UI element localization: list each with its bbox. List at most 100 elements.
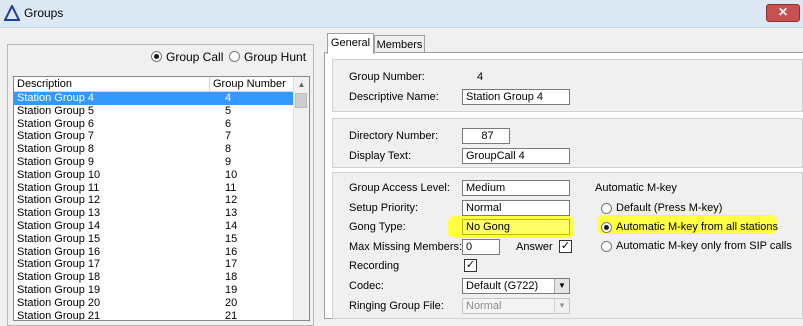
row-group-number: 20: [225, 296, 238, 309]
row-description: Station Group 5: [17, 104, 95, 117]
max-missing-members-field[interactable]: 0: [462, 239, 500, 255]
group-hunt-label[interactable]: Group Hunt: [244, 50, 306, 64]
display-text-field[interactable]: GroupCall 4: [462, 148, 570, 164]
descriptive-name-label: Descriptive Name:: [349, 91, 439, 103]
mkey-sip-only-label[interactable]: Automatic M-key only from SIP calls: [616, 240, 792, 252]
setup-priority-label: Setup Priority:: [349, 202, 419, 214]
tab-general[interactable]: General: [327, 33, 374, 54]
directory-number-field[interactable]: 87: [462, 128, 510, 144]
directory-number-label: Directory Number:: [349, 130, 439, 142]
close-button[interactable]: ✕: [766, 4, 800, 22]
table-row[interactable]: Station Group 12 12: [14, 194, 293, 207]
title-bar: [0, 0, 803, 28]
table-row[interactable]: Station Group 7 7: [14, 130, 293, 143]
codec-value: Default (G722): [466, 280, 539, 292]
ringing-group-file-label: Ringing Group File:: [349, 300, 444, 312]
row-description: Station Group 7: [17, 130, 95, 143]
table-row[interactable]: Station Group 5 5: [14, 105, 293, 118]
row-group-number: 16: [225, 245, 238, 258]
display-text-label: Display Text:: [349, 150, 412, 162]
row-group-number: 21: [225, 309, 238, 321]
table-row[interactable]: Station Group 18 18: [14, 271, 293, 284]
group-call-label[interactable]: Group Call: [166, 50, 223, 64]
group-call-radio[interactable]: [151, 51, 162, 62]
row-group-number: 12: [225, 194, 238, 207]
table-row[interactable]: Station Group 19 19: [14, 284, 293, 297]
table-row[interactable]: Station Group 9 9: [14, 156, 293, 169]
row-description: Station Group 8: [17, 143, 95, 156]
row-group-number: 8: [225, 143, 232, 156]
mkey-all-stations-radio[interactable]: [601, 222, 612, 233]
table-row[interactable]: Station Group 13 13: [14, 207, 293, 220]
setup-priority-field[interactable]: Normal: [462, 200, 570, 216]
list-header: Description Group Number: [14, 77, 293, 92]
window-title: Groups: [24, 6, 64, 20]
table-row[interactable]: Station Group 4 4: [14, 92, 293, 105]
row-group-number: 4: [225, 92, 232, 104]
table-row[interactable]: Station Group 8 8: [14, 143, 293, 156]
mkey-default-label[interactable]: Default (Press M-key): [616, 202, 722, 214]
table-row[interactable]: Station Group 20 20: [14, 297, 293, 310]
recording-label: Recording: [349, 260, 400, 272]
table-row[interactable]: Station Group 11 11: [14, 182, 293, 195]
list-scrollbar[interactable]: ▲: [293, 77, 309, 320]
row-description: Station Group 16: [17, 245, 101, 258]
column-header-description[interactable]: Description: [17, 78, 72, 91]
table-row[interactable]: Station Group 16 16: [14, 246, 293, 259]
answer-checkbox[interactable]: ✓: [559, 240, 572, 253]
table-row[interactable]: Station Group 17 17: [14, 258, 293, 271]
group-number-label: Group Number:: [349, 71, 425, 83]
scroll-up-icon[interactable]: ▲: [294, 77, 309, 92]
row-description: Station Group 21: [17, 309, 101, 321]
row-description: Station Group 19: [17, 284, 101, 296]
row-description: Station Group 10: [17, 168, 101, 181]
row-description: Station Group 15: [17, 232, 101, 245]
table-row[interactable]: Station Group 21 21: [14, 309, 293, 321]
codec-select[interactable]: Default (G722) ▼: [462, 278, 570, 294]
row-group-number: 7: [225, 130, 232, 143]
chevron-down-icon[interactable]: ▼: [554, 279, 569, 293]
app-icon: [4, 5, 20, 21]
check-icon: ✓: [560, 240, 571, 252]
check-icon: ✓: [465, 259, 476, 271]
table-row[interactable]: Station Group 15 15: [14, 233, 293, 246]
group-hunt-radio[interactable]: [229, 51, 240, 62]
group-access-level-label: Group Access Level:: [349, 182, 450, 194]
row-description: Station Group 20: [17, 296, 101, 309]
row-description: Station Group 17: [17, 258, 101, 271]
row-group-number: 18: [225, 271, 238, 284]
row-group-number: 13: [225, 207, 238, 220]
scroll-thumb[interactable]: [295, 93, 307, 108]
row-group-number: 17: [225, 258, 238, 271]
mkey-all-stations-label[interactable]: Automatic M-key from all stations: [616, 221, 778, 233]
groups-list[interactable]: Description Group Number Station Group 4…: [13, 76, 310, 321]
mkey-default-radio[interactable]: [601, 203, 612, 214]
ringing-group-file-value: Normal: [466, 300, 502, 312]
mkey-sip-only-radio[interactable]: [601, 241, 612, 252]
column-divider[interactable]: [209, 77, 210, 91]
row-description: Station Group 9: [17, 156, 95, 168]
gong-type-label: Gong Type:: [349, 221, 406, 233]
mkey-title: Automatic M-key: [595, 182, 677, 194]
chevron-down-icon[interactable]: ▼: [554, 299, 569, 313]
recording-checkbox[interactable]: ✓: [464, 259, 477, 272]
max-missing-members-label: Max Missing Members:: [349, 241, 463, 253]
group-access-level-field[interactable]: Medium: [462, 180, 570, 196]
gong-type-field[interactable]: No Gong: [462, 219, 570, 235]
descriptive-name-field[interactable]: Station Group 4: [462, 89, 570, 105]
row-group-number: 10: [225, 168, 238, 181]
answer-label: Answer: [516, 241, 553, 253]
group-number-value: 4: [477, 71, 484, 83]
row-group-number: 9: [225, 156, 232, 168]
row-group-number: 15: [225, 232, 238, 245]
table-row[interactable]: Station Group 14 14: [14, 220, 293, 233]
table-row[interactable]: Station Group 6 6: [14, 118, 293, 131]
column-header-group-number[interactable]: Group Number: [213, 78, 286, 91]
row-group-number: 11: [225, 181, 237, 194]
row-description: Station Group 13: [17, 207, 101, 220]
row-description: Station Group 14: [17, 220, 101, 232]
ringing-group-file-select[interactable]: Normal ▼: [462, 298, 570, 314]
table-row[interactable]: Station Group 10 10: [14, 169, 293, 182]
row-description: Station Group 12: [17, 194, 101, 207]
row-group-number: 6: [225, 117, 232, 130]
